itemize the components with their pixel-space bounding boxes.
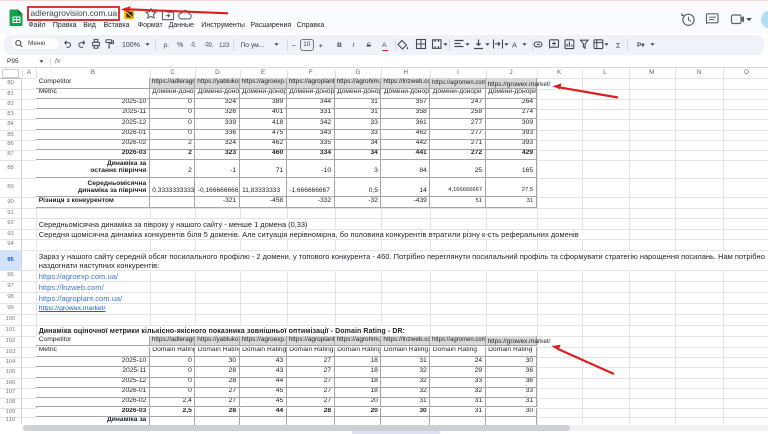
svg-text:A: A <box>512 41 517 50</box>
